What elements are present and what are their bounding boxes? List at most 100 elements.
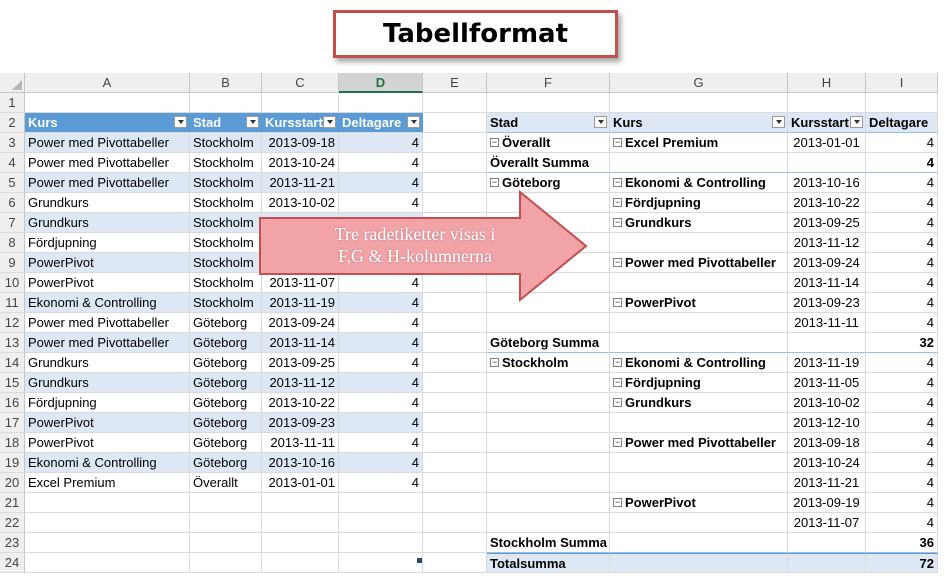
empty-cell[interactable] <box>25 533 190 553</box>
pivot-cell-f[interactable]: Stockholm Summa <box>487 533 610 553</box>
pivot-cell-i[interactable]: 4 <box>866 493 938 513</box>
table-cell[interactable]: Stockholm <box>190 273 262 293</box>
pivot-cell-h[interactable]: 2013-09-19 <box>788 493 866 513</box>
pivot-cell-f[interactable]: − Stockholm <box>487 353 610 373</box>
empty-cell[interactable] <box>423 133 487 153</box>
pivot-cell-i[interactable]: 4 <box>866 313 938 333</box>
pivot-filter-dropdown-button[interactable] <box>772 116 785 128</box>
empty-cell[interactable] <box>866 93 938 113</box>
pivot-cell-i[interactable]: 32 <box>866 333 938 353</box>
collapse-icon[interactable]: − <box>613 258 622 267</box>
empty-cell[interactable] <box>190 493 262 513</box>
pivot-cell-g[interactable]: − PowerPivot <box>610 293 788 313</box>
empty-cell[interactable] <box>190 533 262 553</box>
pivot-cell-h[interactable]: 2013-11-07 <box>788 513 866 533</box>
empty-cell[interactable] <box>25 513 190 533</box>
pivot-cell-i[interactable]: 4 <box>866 373 938 393</box>
column-header-i[interactable]: I <box>866 73 938 93</box>
empty-cell[interactable] <box>339 513 423 533</box>
row-header-22[interactable]: 22 <box>0 513 25 533</box>
pivot-cell-i[interactable]: 4 <box>866 433 938 453</box>
pivot-cell-i[interactable]: 4 <box>866 513 938 533</box>
table-cell[interactable]: Fördjupning <box>25 233 190 253</box>
empty-cell[interactable] <box>423 513 487 533</box>
empty-cell[interactable] <box>262 493 339 513</box>
empty-cell[interactable] <box>262 533 339 553</box>
table-cell[interactable]: Göteborg <box>190 413 262 433</box>
row-header-10[interactable]: 10 <box>0 273 25 293</box>
table-cell[interactable]: Stockholm <box>190 213 262 233</box>
row-header-2[interactable]: 2 <box>0 113 25 133</box>
pivot-cell-i[interactable]: 4 <box>866 473 938 493</box>
filter-dropdown-button[interactable] <box>174 116 187 128</box>
table-cell[interactable]: PowerPivot <box>25 413 190 433</box>
table-cell[interactable]: Göteborg <box>190 393 262 413</box>
column-header-c[interactable]: C <box>262 73 339 93</box>
collapse-icon[interactable]: − <box>613 498 622 507</box>
pivot-cell-g[interactable] <box>610 313 788 333</box>
column-header-d[interactable]: D <box>339 73 423 93</box>
table-cell[interactable]: Power med Pivottabeller <box>25 173 190 193</box>
pivot-cell-g[interactable] <box>610 453 788 473</box>
pivot-cell-h[interactable]: 2013-11-21 <box>788 473 866 493</box>
row-header-15[interactable]: 15 <box>0 373 25 393</box>
row-header-11[interactable]: 11 <box>0 293 25 313</box>
pivot-cell-g[interactable]: − Ekonomi & Controlling <box>610 353 788 373</box>
pivot-cell-h[interactable] <box>788 153 866 173</box>
collapse-icon[interactable]: − <box>613 378 622 387</box>
pivot-cell-g[interactable]: − Fördjupning <box>610 373 788 393</box>
empty-cell[interactable] <box>339 93 423 113</box>
empty-cell[interactable] <box>423 473 487 493</box>
row-header-4[interactable]: 4 <box>0 153 25 173</box>
empty-cell[interactable] <box>423 493 487 513</box>
table-cell[interactable]: 4 <box>339 353 423 373</box>
pivot-cell-f[interactable] <box>487 513 610 533</box>
table-cell[interactable]: 4 <box>339 373 423 393</box>
pivot-cell-h[interactable]: 2013-11-11 <box>788 313 866 333</box>
empty-cell[interactable] <box>190 513 262 533</box>
pivot-cell-h[interactable]: 2013-11-14 <box>788 273 866 293</box>
pivot-cell-h[interactable]: 2013-09-18 <box>788 433 866 453</box>
pivot-cell-h[interactable]: 2013-11-19 <box>788 353 866 373</box>
row-header-23[interactable]: 23 <box>0 533 25 553</box>
pivot-cell-h[interactable]: 2013-09-24 <box>788 253 866 273</box>
pivot-cell-g[interactable] <box>610 233 788 253</box>
empty-cell[interactable] <box>423 113 487 133</box>
pivot-cell-f[interactable] <box>487 473 610 493</box>
collapse-icon[interactable]: − <box>613 438 622 447</box>
table-cell[interactable]: 2013-01-01 <box>262 473 339 493</box>
table-resize-handle[interactable] <box>417 558 422 563</box>
pivot-cell-h[interactable]: 2013-10-24 <box>788 453 866 473</box>
pivot-cell-f[interactable]: Göteborg Summa <box>487 333 610 353</box>
row-header-19[interactable]: 19 <box>0 453 25 473</box>
table-cell[interactable]: 2013-09-18 <box>262 133 339 153</box>
table-cell[interactable]: 4 <box>339 433 423 453</box>
table-cell[interactable]: PowerPivot <box>25 253 190 273</box>
row-header-3[interactable]: 3 <box>0 133 25 153</box>
table-cell[interactable]: 2013-09-23 <box>262 413 339 433</box>
row-header-5[interactable]: 5 <box>0 173 25 193</box>
pivot-cell-h[interactable]: 2013-12-10 <box>788 413 866 433</box>
table-cell[interactable]: Överallt <box>190 473 262 493</box>
pivot-cell-i[interactable]: 36 <box>866 533 938 553</box>
table-cell[interactable]: 4 <box>339 133 423 153</box>
pivot-cell-h[interactable]: 2013-11-05 <box>788 373 866 393</box>
pivot-cell-h[interactable]: 2013-10-16 <box>788 173 866 193</box>
pivot-cell-i[interactable]: 4 <box>866 293 938 313</box>
table-cell[interactable]: 4 <box>339 313 423 333</box>
pivot-cell-h[interactable] <box>788 533 866 553</box>
column-header-e[interactable]: E <box>423 73 487 93</box>
table-cell[interactable]: 2013-11-11 <box>262 433 339 453</box>
pivot-cell-f[interactable] <box>487 373 610 393</box>
row-header-14[interactable]: 14 <box>0 353 25 373</box>
table-cell[interactable]: 2013-10-24 <box>262 153 339 173</box>
empty-cell[interactable] <box>190 553 262 573</box>
table-cell[interactable]: PowerPivot <box>25 273 190 293</box>
table-cell[interactable]: 2013-11-14 <box>262 333 339 353</box>
table-cell[interactable]: 4 <box>339 473 423 493</box>
pivot-cell-f[interactable]: Överallt Summa <box>487 153 610 173</box>
collapse-icon[interactable]: − <box>490 358 499 367</box>
empty-cell[interactable] <box>423 453 487 473</box>
empty-cell[interactable] <box>423 373 487 393</box>
collapse-icon[interactable]: − <box>613 138 622 147</box>
